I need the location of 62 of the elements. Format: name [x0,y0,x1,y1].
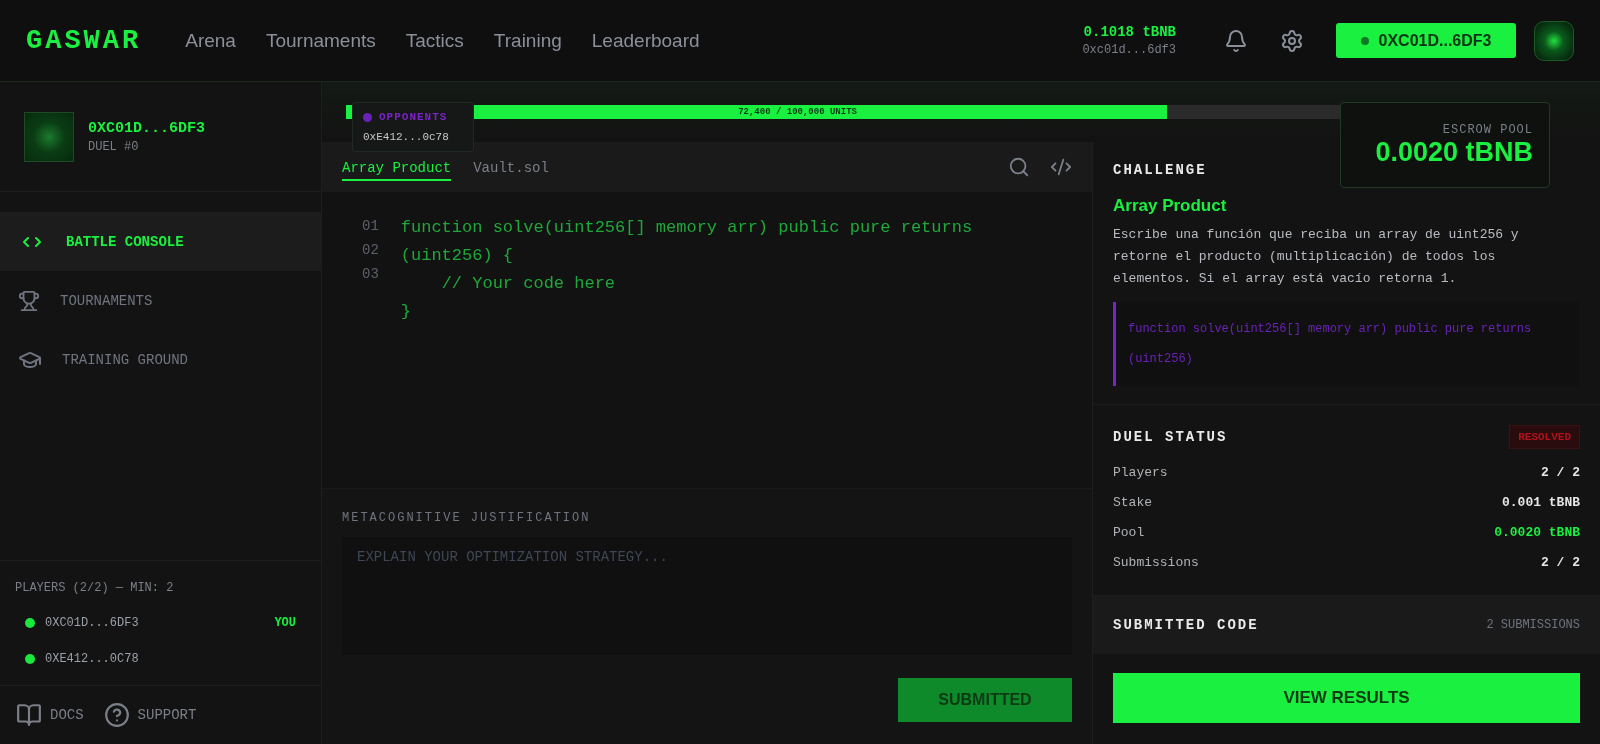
logo[interactable]: GASWAR [26,25,142,56]
nav-link[interactable]: Leaderboard [591,29,700,52]
sidebar-item[interactable]: TOURNAMENTS [0,271,321,330]
sidebar-item[interactable]: BATTLE CONSOLE [0,212,321,271]
stat-value: 2 / 2 [1541,554,1580,570]
opponent-address: 0xE412...0c78 [363,131,450,143]
code-line: } [400,301,412,323]
code-line: // Your code here [440,273,617,295]
file-tab[interactable]: Array Product [342,153,452,181]
line-number: 01 [362,217,379,236]
footer-link[interactable]: DOCS [16,702,84,728]
submitted-code-bar[interactable]: SUBMITTED CODE 2 SUBMISSIONS [1093,596,1600,654]
players-title: PLAYERS (2/2) — MIN: 2 [15,581,175,595]
stat-label: Pool [1113,524,1145,540]
gas-label: 72,400 / 100,000 UNITS [738,106,857,119]
dot-icon [363,112,372,122]
challenge-title: Array Product [1113,196,1228,216]
section-heading: DUEL STATUS [1113,429,1228,445]
stat-value: 0.001 tBNB [1502,494,1580,510]
book-icon [16,702,42,728]
duel-number: DUEL #0 [88,139,140,154]
stat-value: 0.0020 tBNB [1494,524,1580,540]
nav-link[interactable]: Arena [185,29,236,52]
popover-title: OPPONENTS [379,111,448,123]
sidebar-item[interactable]: TRAINING GROUND [0,330,321,389]
stat-value: 2 / 2 [1541,464,1580,480]
line-number: 02 [362,241,379,260]
code-line: function solve(uint256[] memory arr) public pure returns (uint256) { [400,217,974,267]
escrow-label: ESCROW POOL [1442,122,1533,137]
avatar[interactable] [1534,20,1574,61]
player-address: 0XC01D...6DF3 [45,616,140,630]
avatar [24,111,74,162]
stat-label: Stake [1113,494,1152,510]
search-icon[interactable] [1008,156,1030,178]
view-results-button[interactable]: VIEW RESULTS [1113,673,1580,723]
stat-label: Players [1113,464,1168,480]
nav-link[interactable]: Tactics [405,29,464,52]
section-heading: CHALLENGE [1113,162,1207,178]
trophy-icon [18,289,40,312]
wallet-button[interactable]: 0XC01D...6DF3 [1336,23,1516,58]
profile-name: 0XC01D...6DF3 [88,119,206,137]
footer-link[interactable]: SUPPORT [103,702,197,728]
file-tab[interactable]: Vault.sol [473,153,549,181]
code-icon[interactable] [1050,156,1072,178]
stat-label: Submissions [1113,554,1199,570]
challenge-description: Escribe una función que reciba un array de uint256 y retorne el producto (multiplicación) de todos los elementos. Si el array está vacío retorna 1. [1113,226,1520,288]
field-label: METACOGNITIVE JUSTIFICATION [342,511,592,525]
help-icon [103,702,130,728]
balance: 0.1018 tBNB [1083,24,1176,40]
settings-button[interactable] [1280,28,1304,53]
nav-link[interactable]: Training [493,29,562,52]
you-tag: YOU [274,616,296,630]
submission-count: 2 SUBMISSIONS [1486,618,1580,632]
escrow-amount: 0.0020 tBNB [1375,136,1533,168]
wallet-address: 0xc01d...6df3 [1082,43,1176,57]
justification-field[interactable]: EXPLAIN YOUR OPTIMIZATION STRATEGY... [342,537,1072,655]
nav-link[interactable]: Tournaments [265,29,376,52]
player-address: 0XE412...0C78 [45,652,140,666]
section-heading: SUBMITTED CODE [1113,617,1259,633]
notifications-button[interactable] [1224,28,1248,53]
status-badge: RESOLVED [1509,425,1580,449]
line-number: 03 [362,265,379,284]
